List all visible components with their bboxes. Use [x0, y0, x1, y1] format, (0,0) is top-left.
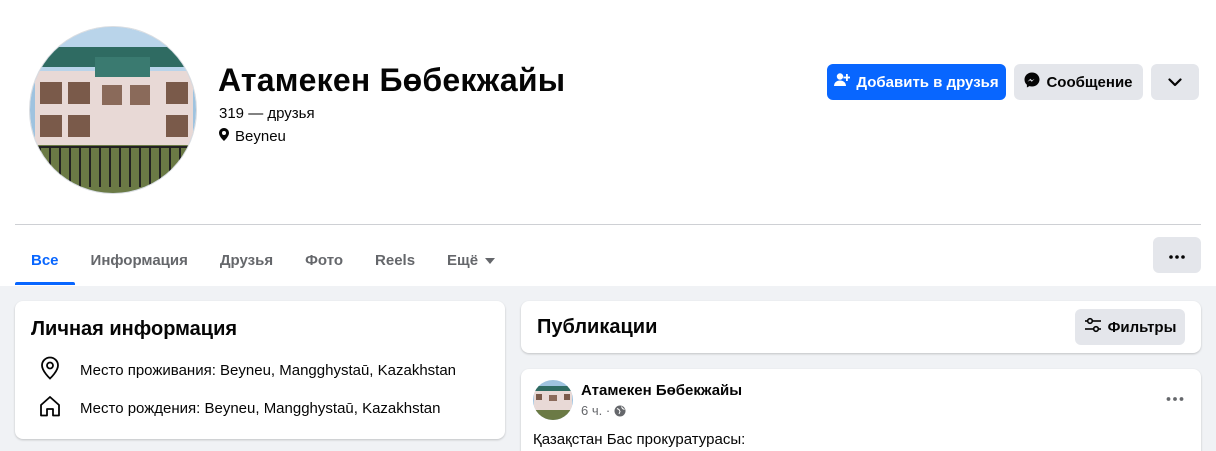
post-time[interactable]: 6 ч. ·	[581, 403, 610, 418]
add-friend-label: Добавить в друзья	[856, 73, 999, 91]
intro-card: Личная информация Место проживания: Beyn…	[15, 301, 505, 439]
home-icon	[39, 395, 61, 421]
header-divider	[15, 224, 1201, 225]
post-author-name[interactable]: Атамекен Бөбекжайы	[581, 382, 742, 399]
filters-label: Фильтры	[1107, 318, 1177, 336]
location-pin-icon	[219, 128, 229, 145]
post-card: Атамекен Бөбекжайы 6 ч. · Қазақстан Бас …	[521, 369, 1201, 451]
posts-header-card: Публикации Фильтры	[521, 301, 1201, 353]
tab-about[interactable]: Информация	[75, 236, 204, 285]
profile-name: Атамекен Бөбекжайы	[218, 62, 566, 98]
filters-button[interactable]: Фильтры	[1075, 309, 1185, 345]
lives-in-text: Место проживания: Beyneu, Mangghystaū, K…	[80, 361, 457, 379]
message-label: Сообщение	[1046, 73, 1133, 91]
more-horizontal-icon	[1169, 246, 1185, 264]
tab-reels[interactable]: Reels	[359, 236, 431, 285]
profile-options-button[interactable]	[1151, 64, 1199, 100]
globe-icon	[614, 405, 626, 417]
tab-all[interactable]: Все	[15, 236, 75, 285]
profile-location: Beyneu	[219, 128, 286, 145]
messenger-icon	[1024, 72, 1040, 92]
tab-photos[interactable]: Фото	[289, 236, 359, 285]
message-button[interactable]: Сообщение	[1014, 64, 1143, 100]
tabs-options-button[interactable]	[1153, 237, 1201, 273]
caret-down-icon	[485, 257, 496, 264]
intro-title: Личная информация	[31, 318, 238, 340]
born-in-item: Место рождения: Beyneu, Mangghystaū, Kaz…	[39, 395, 440, 421]
chevron-down-icon	[1168, 74, 1182, 91]
profile-avatar[interactable]	[29, 26, 197, 194]
tab-more[interactable]: Ещё	[431, 236, 511, 285]
friends-count[interactable]: 319 — друзья	[219, 105, 315, 122]
profile-header: Атамекен Бөбекжайы 319 — друзья Beyneu Д…	[0, 0, 1216, 286]
lives-in-item: Место проживания: Beyneu, Mangghystaū, K…	[39, 356, 456, 384]
post-meta: 6 ч. ·	[581, 403, 626, 418]
add-friend-button[interactable]: Добавить в друзья	[827, 64, 1006, 100]
filter-icon	[1084, 317, 1102, 337]
posts-title: Публикации	[537, 316, 658, 338]
profile-tabs: Все Информация Друзья Фото Reels Ещё	[15, 236, 511, 285]
tab-friends[interactable]: Друзья	[204, 236, 289, 285]
location-text: Beyneu	[235, 128, 286, 145]
post-text: Қазақстан Бас прокуратурасы:	[533, 431, 746, 448]
tab-more-label: Ещё	[447, 252, 479, 269]
more-horizontal-icon	[1166, 388, 1184, 406]
post-author-avatar[interactable]	[533, 380, 573, 420]
location-pin-icon	[39, 356, 61, 384]
post-options-button[interactable]	[1161, 387, 1189, 407]
born-in-text: Место рождения: Beyneu, Mangghystaū, Kaz…	[80, 399, 441, 417]
user-plus-icon	[834, 72, 851, 92]
